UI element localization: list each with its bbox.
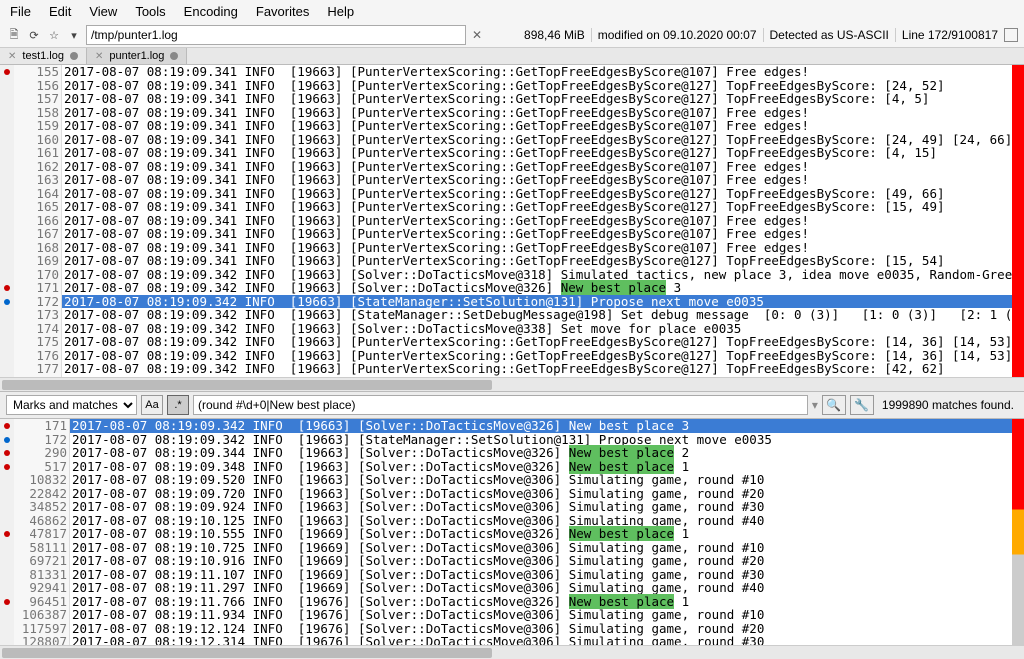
horizontal-scrollbar[interactable] [0,645,1024,659]
popout-icon[interactable] [1004,28,1018,42]
log-line[interactable]: 2017-08-07 08:19:09.342 INFO [19663] [St… [62,295,1012,309]
clear-path-icon[interactable]: ✕ [470,28,484,42]
log-line[interactable]: 2017-08-07 08:19:09.341 INFO [19663] [Pu… [62,92,1012,106]
log-line[interactable]: 2017-08-07 08:19:09.342 INFO [19663] [Pu… [62,362,1012,376]
log-line[interactable]: 2017-08-07 08:19:09.348 INFO [19663] [So… [70,460,1012,474]
search-input[interactable] [193,395,808,415]
new-file-icon[interactable]: 🗎 [6,27,22,43]
log-line[interactable]: 2017-08-07 08:19:09.341 INFO [19663] [Pu… [62,79,1012,93]
status-filesize: 898,46 MiB [524,28,585,42]
results-pane[interactable]: 1711722905171083222842348524686247817581… [0,419,1024,645]
menu-favorites[interactable]: Favorites [256,4,309,19]
log-line[interactable]: 2017-08-07 08:19:12.124 INFO [19676] [So… [70,622,1012,636]
log-line[interactable]: 2017-08-07 08:19:09.341 INFO [19663] [Pu… [62,106,1012,120]
log-line[interactable]: 2017-08-07 08:19:09.341 INFO [19663] [Pu… [62,254,1012,268]
log-line[interactable]: 2017-08-07 08:19:09.341 INFO [19663] [Pu… [62,214,1012,228]
log-line[interactable]: 2017-08-07 08:19:11.934 INFO [19676] [So… [70,608,1012,622]
regex-button[interactable]: .* [167,395,189,415]
log-line[interactable]: 2017-08-07 08:19:09.341 INFO [19663] [Pu… [62,160,1012,174]
toolbar: 🗎 ⟳ ☆ ▾ ✕ 898,46 MiB modified on 09.10.2… [0,23,1024,48]
editor-pane[interactable]: 1551561571581591601611621631641651661671… [0,65,1024,377]
menu-tools[interactable]: Tools [135,4,165,19]
log-line[interactable]: 2017-08-07 08:19:09.341 INFO [19663] [Pu… [62,241,1012,255]
line-number-gutter: 1711722905171083222842348524686247817581… [14,419,70,645]
log-line[interactable]: 2017-08-07 08:19:09.344 INFO [19663] [So… [70,446,1012,460]
log-line[interactable]: 2017-08-07 08:19:10.555 INFO [19669] [So… [70,527,1012,541]
log-line[interactable]: 2017-08-07 08:19:09.341 INFO [19663] [Pu… [62,133,1012,147]
log-line[interactable]: 2017-08-07 08:19:09.924 INFO [19663] [So… [70,500,1012,514]
search-button[interactable]: 🔍 [822,395,846,415]
code-area[interactable]: 2017-08-07 08:19:09.342 INFO [19663] [So… [70,419,1012,645]
overview-ruler[interactable] [1012,419,1024,645]
log-line[interactable]: 2017-08-07 08:19:09.342 INFO [19663] [Pu… [62,349,1012,363]
log-line[interactable]: 2017-08-07 08:19:09.342 INFO [19663] [St… [62,308,1012,322]
log-line[interactable]: 2017-08-07 08:19:12.314 INFO [19676] [So… [70,635,1012,645]
tab-label: punter1.log [109,50,164,62]
menu-encoding[interactable]: Encoding [184,4,238,19]
log-line[interactable]: 2017-08-07 08:19:11.297 INFO [19669] [So… [70,581,1012,595]
code-area[interactable]: 2017-08-07 08:19:09.341 INFO [19663] [Pu… [62,65,1012,377]
tab-test1[interactable]: ✕ test1.log [0,48,87,64]
status-bar: 898,46 MiB modified on 09.10.2020 00:07 … [524,28,1018,42]
log-line[interactable]: 2017-08-07 08:19:10.125 INFO [19663] [So… [70,514,1012,528]
tabbar: ✕ test1.log ✕ punter1.log [0,48,1024,65]
log-line[interactable]: 2017-08-07 08:19:11.766 INFO [19676] [So… [70,595,1012,609]
dropdown-icon[interactable]: ▾ [66,27,82,43]
line-number-gutter: 1551561571581591601611621631641651661671… [14,65,62,377]
menu-help[interactable]: Help [327,4,354,19]
tab-indicator-icon [170,52,178,60]
scrollbar-thumb[interactable] [2,648,492,658]
log-line[interactable]: 2017-08-07 08:19:09.341 INFO [19663] [Pu… [62,65,1012,79]
log-line[interactable]: 2017-08-07 08:19:09.341 INFO [19663] [Pu… [62,119,1012,133]
tab-label: test1.log [22,50,64,62]
search-mode-dropdown[interactable]: Marks and matches [6,395,137,415]
match-count: 1999890 matches found. [878,398,1018,412]
status-line-position: Line 172/9100817 [902,28,998,42]
status-modified: modified on 09.10.2020 00:07 [598,28,757,42]
case-sensitive-button[interactable]: Aa [141,395,163,415]
log-line[interactable]: 2017-08-07 08:19:10.725 INFO [19669] [So… [70,541,1012,555]
log-line[interactable]: 2017-08-07 08:19:09.341 INFO [19663] [Pu… [62,187,1012,201]
log-line[interactable]: 2017-08-07 08:19:09.341 INFO [19663] [Pu… [62,173,1012,187]
log-line[interactable]: 2017-08-07 08:19:09.341 INFO [19663] [Pu… [62,227,1012,241]
log-line[interactable]: 2017-08-07 08:19:09.520 INFO [19663] [So… [70,473,1012,487]
tab-punter1[interactable]: ✕ punter1.log [87,48,187,64]
log-line[interactable]: 2017-08-07 08:19:09.342 INFO [19663] [So… [62,281,1012,295]
star-icon[interactable]: ☆ [46,27,62,43]
search-bar: Marks and matches Aa .* ▾ 🔍 🔧 1999890 ma… [0,391,1024,419]
scrollbar-thumb[interactable] [2,380,492,390]
log-line[interactable]: 2017-08-07 08:19:09.342 INFO [19663] [So… [70,419,1012,433]
status-encoding: Detected as US-ASCII [770,28,889,42]
log-line[interactable]: 2017-08-07 08:19:09.342 INFO [19663] [So… [62,322,1012,336]
bookmark-gutter[interactable] [0,419,14,645]
log-line[interactable]: 2017-08-07 08:19:09.342 INFO [19663] [St… [70,433,1012,447]
refresh-icon[interactable]: ⟳ [26,27,42,43]
log-line[interactable]: 2017-08-07 08:19:09.342 INFO [19663] [So… [62,268,1012,282]
log-line[interactable]: 2017-08-07 08:19:11.107 INFO [19669] [So… [70,568,1012,582]
horizontal-scrollbar[interactable] [0,377,1024,391]
log-line[interactable]: 2017-08-07 08:19:09.341 INFO [19663] [Pu… [62,146,1012,160]
log-line[interactable]: 2017-08-07 08:19:09.720 INFO [19663] [So… [70,487,1012,501]
tab-indicator-icon [70,52,78,60]
overview-ruler[interactable] [1012,65,1024,377]
log-line[interactable]: 2017-08-07 08:19:09.342 INFO [19663] [Pu… [62,335,1012,349]
menu-file[interactable]: File [10,4,31,19]
menu-edit[interactable]: Edit [49,4,71,19]
close-icon[interactable]: ✕ [8,51,16,62]
bookmark-gutter[interactable] [0,65,14,377]
log-line[interactable]: 2017-08-07 08:19:10.916 INFO [19669] [So… [70,554,1012,568]
menu-view[interactable]: View [89,4,117,19]
close-icon[interactable]: ✕ [95,51,103,62]
menubar[interactable]: File Edit View Tools Encoding Favorites … [0,0,1024,23]
log-line[interactable]: 2017-08-07 08:19:09.341 INFO [19663] [Pu… [62,200,1012,214]
search-settings-button[interactable]: 🔧 [850,395,874,415]
file-path-input[interactable] [86,25,466,45]
